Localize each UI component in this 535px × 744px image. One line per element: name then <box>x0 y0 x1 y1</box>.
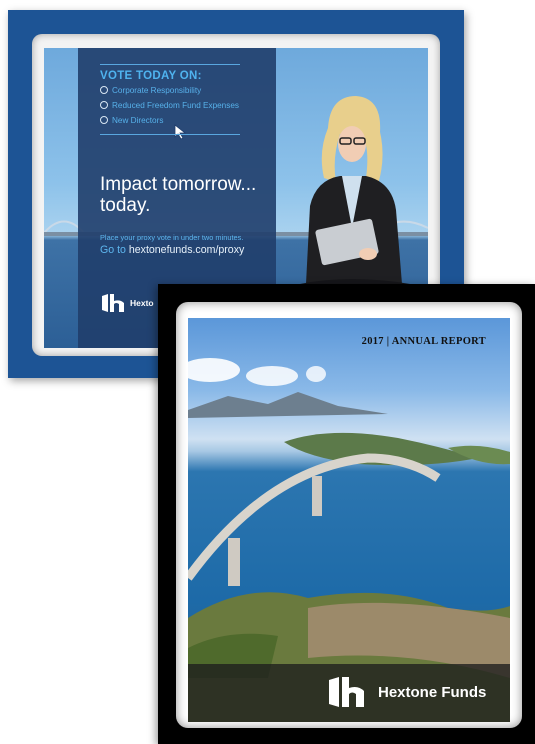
proxy-url-link[interactable]: hextonefunds.com/proxy <box>129 244 244 256</box>
brand-name: Hextone Funds <box>378 684 487 701</box>
go-to-label: Go to <box>100 244 126 256</box>
vote-option-label: Reduced Freedom Fund Expenses <box>112 101 239 110</box>
annual-report-cover: 2017 | ANNUAL REPORT Hextone Funds <box>158 284 535 744</box>
divider <box>100 134 240 135</box>
annual-report-title: 2017 | ANNUAL REPORT <box>361 336 486 347</box>
headline-line-2: today. <box>100 195 151 216</box>
annual-report-frame: 2017 | ANNUAL REPORT Hextone Funds <box>176 302 522 728</box>
radio-icon[interactable] <box>100 116 108 124</box>
headline: Impact tomorrow... today. <box>100 174 290 216</box>
headline-line-1: Impact tomorrow... <box>100 174 257 195</box>
vote-heading: VOTE TODAY ON: <box>100 70 202 82</box>
vote-option-reduced-expenses[interactable]: Reduced Freedom Fund Expenses <box>100 101 239 110</box>
vote-option-label: New Directors <box>112 116 164 125</box>
divider <box>100 64 240 65</box>
proxy-instruction: Place your proxy vote in under two minut… <box>100 233 244 242</box>
radio-icon[interactable] <box>100 101 108 109</box>
hextone-logo-icon <box>329 677 364 707</box>
mouse-cursor-icon <box>174 124 187 140</box>
brand-bar: Hextone Funds <box>188 664 510 722</box>
coastal-bridge-illustration <box>188 358 510 722</box>
hextone-logo-icon <box>102 294 124 312</box>
vote-option-corporate-responsibility[interactable]: Corporate Responsibility <box>100 86 201 95</box>
report-cover-photo: 2017 | ANNUAL REPORT Hextone Funds <box>188 318 510 722</box>
radio-icon[interactable] <box>100 86 108 94</box>
brand-name: Hexto <box>130 298 154 308</box>
vote-option-new-directors[interactable]: New Directors <box>100 116 163 125</box>
vote-option-label: Corporate Responsibility <box>112 86 202 95</box>
proxy-url-line: Go to hextonefunds.com/proxy <box>100 244 244 256</box>
